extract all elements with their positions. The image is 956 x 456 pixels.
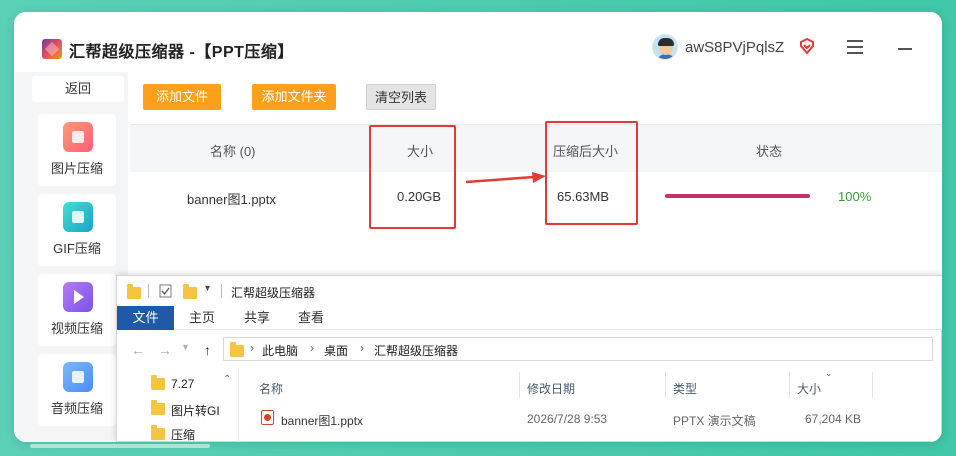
compressed-size-highlight-box (545, 121, 638, 225)
clear-list-button[interactable]: 清空列表 (366, 84, 436, 110)
column-header-name[interactable]: 名称 (259, 380, 283, 397)
recent-dropdown-icon[interactable]: ▾ (183, 342, 188, 353)
folder-icon (230, 342, 244, 357)
explorer-file-size: 67,204 KB (805, 412, 862, 426)
folder-icon (151, 425, 165, 440)
bottom-strip (30, 444, 210, 448)
sidebar-item-video-compress[interactable]: 视频压缩 (38, 274, 116, 346)
vip-diamond-icon[interactable] (798, 37, 816, 55)
sidebar-item-audio-compress[interactable]: 音频压缩 (38, 354, 116, 426)
sidebar-item-label: 视频压缩 (50, 321, 103, 336)
properties-check-icon[interactable] (159, 284, 172, 298)
title-bar: 汇帮超级压缩器 -【PPT压缩】 awS8PVjPqlsZ (14, 12, 942, 72)
minimize-icon[interactable] (898, 48, 912, 50)
sort-chevron-icon: ⌄ (825, 368, 833, 378)
column-divider (519, 372, 520, 398)
file-explorer-window: ▾ 汇帮超级压缩器 文件 主页 共享 查看 ← → ▾ ↑ › 此电脑 › 桌面… (116, 275, 942, 442)
size-highlight-box (369, 125, 456, 229)
tab-home[interactable]: 主页 (174, 306, 230, 330)
file-name: banner图1.pptx (187, 192, 276, 207)
address-row: ← → ▾ ↑ › 此电脑 › 桌面 › 汇帮超级压缩器 (117, 330, 942, 366)
explorer-ribbon: 文件 主页 共享 查看 (117, 306, 942, 330)
scroll-up-icon[interactable]: ⌃ (223, 374, 231, 385)
add-file-button[interactable]: 添加文件 (143, 84, 221, 110)
column-header-name: 名称 (0) (210, 144, 256, 159)
username[interactable]: awS8PVjPqlsZ (685, 39, 784, 56)
sidebar-item-label: 音频压缩 (50, 401, 103, 416)
sidebar-item-gif-compress[interactable]: GIF压缩 (38, 194, 116, 266)
add-folder-button[interactable]: 添加文件夹 (252, 84, 336, 110)
video-compress-icon (63, 282, 93, 312)
divider (221, 284, 222, 298)
explorer-file-type: PPTX 演示文稿 (673, 414, 756, 428)
sidebar: 返回 图片压缩 GIF压缩 视频压缩 音频压缩 (14, 72, 128, 442)
app-window: 汇帮超级压缩器 -【PPT压缩】 awS8PVjPqlsZ 返回 图片压缩 GI… (14, 12, 942, 442)
column-divider (789, 372, 790, 398)
forward-arrow-icon[interactable]: → (158, 342, 172, 358)
user-avatar[interactable] (652, 34, 678, 60)
tree-item[interactable]: 压缩 (171, 426, 195, 442)
breadcrumb-folder[interactable]: 汇帮超级压缩器 (374, 342, 458, 359)
chevron-right-icon[interactable]: › (360, 341, 364, 355)
chevron-right-icon[interactable]: › (250, 341, 254, 355)
divider (148, 284, 149, 298)
chevron-right-icon[interactable]: › (310, 341, 314, 355)
column-header-size[interactable]: 大小 (797, 380, 821, 397)
arrow-icon (466, 172, 546, 184)
explorer-file-name[interactable]: banner图1.pptx (281, 412, 363, 429)
folder-icon (151, 400, 165, 415)
menu-icon[interactable] (847, 40, 863, 54)
audio-compress-icon (63, 362, 93, 392)
gif-compress-icon (63, 202, 93, 232)
table-header: 名称 (0) 大小 压缩后大小 状态 (130, 124, 942, 172)
column-divider (665, 372, 666, 398)
pptx-file-icon (261, 410, 274, 425)
sidebar-item-label: 图片压缩 (50, 161, 103, 176)
tab-file[interactable]: 文件 (117, 306, 174, 330)
tree-item[interactable]: 图片转GI (171, 402, 221, 419)
navigation-tree: 7.27 图片转GI 压缩 ⌃ (117, 368, 239, 442)
sidebar-item-image-compress[interactable]: 图片压缩 (38, 114, 116, 186)
progress-percent: 100% (838, 189, 872, 204)
up-arrow-icon[interactable]: ↑ (204, 342, 211, 358)
image-compress-icon (63, 122, 93, 152)
tab-view[interactable]: 查看 (284, 306, 338, 330)
progress-bar (665, 194, 810, 198)
explorer-title: 汇帮超级压缩器 (231, 286, 316, 300)
breadcrumb-this-pc[interactable]: 此电脑 (262, 342, 298, 359)
address-bar[interactable]: › 此电脑 › 桌面 › 汇帮超级压缩器 (223, 337, 933, 361)
app-logo-icon (42, 39, 62, 59)
tree-item[interactable]: 7.27 (171, 377, 194, 391)
explorer-title-bar: ▾ 汇帮超级压缩器 (117, 276, 942, 306)
folder-icon (151, 375, 165, 390)
sidebar-item-label: GIF压缩 (53, 241, 101, 256)
explorer-file-modified: 2026/7/28 9:53 (527, 412, 608, 426)
app-title: 汇帮超级压缩器 -【PPT压缩】 (69, 44, 294, 61)
column-header-status: 状态 (756, 144, 783, 159)
column-header-modified[interactable]: 修改日期 (527, 380, 575, 397)
back-arrow-icon[interactable]: ← (131, 342, 145, 358)
folder-icon (127, 284, 141, 299)
tab-share[interactable]: 共享 (230, 306, 284, 330)
quick-access-dropdown-icon[interactable]: ▾ (205, 283, 210, 294)
breadcrumb-desktop[interactable]: 桌面 (324, 342, 348, 359)
column-divider (872, 372, 873, 398)
new-folder-icon[interactable] (183, 284, 197, 299)
back-button[interactable]: 返回 (32, 76, 124, 102)
column-header-type[interactable]: 类型 (673, 380, 697, 397)
